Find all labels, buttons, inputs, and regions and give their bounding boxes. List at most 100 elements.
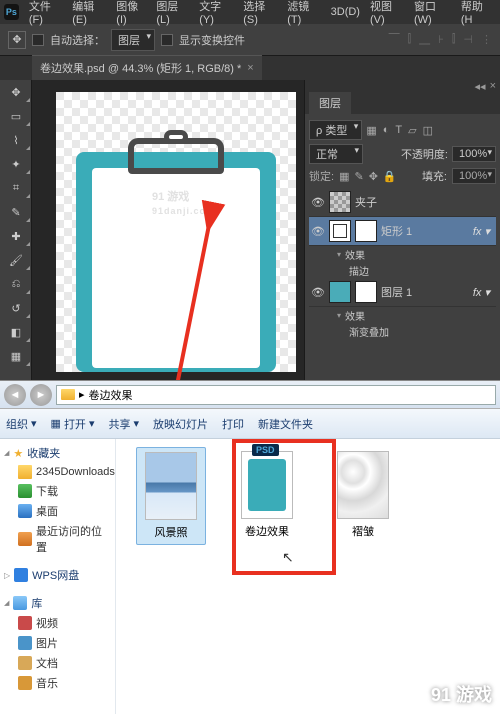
favorites-header[interactable]: ★收藏夹 (4, 443, 111, 463)
layer-filter-dropdown[interactable]: ρ 类型 (309, 120, 362, 140)
gradient-tool[interactable]: ▦ (0, 344, 32, 368)
healing-tool[interactable]: ✚ (0, 224, 32, 248)
file-item[interactable]: PSD 卷边效果 (232, 447, 302, 543)
lock-position-icon[interactable]: ✥ (369, 170, 378, 183)
move-tool-icon[interactable]: ✥ (8, 31, 26, 49)
auto-select-checkbox[interactable] (32, 34, 44, 46)
marquee-tool[interactable]: ▭ (0, 104, 32, 128)
menu-file[interactable]: 文件(F) (25, 0, 66, 28)
eraser-tool[interactable]: ◧ (0, 320, 32, 344)
layers-panel-tab[interactable]: 图层 (309, 92, 351, 114)
layer-thumb (329, 281, 351, 303)
file-item[interactable]: 褶皱 (328, 447, 398, 543)
menu-layer[interactable]: 图层(L) (152, 0, 193, 28)
collapse-icon[interactable]: ◂◂ (475, 80, 486, 93)
effects-toggle[interactable]: 效果 (309, 246, 496, 262)
layer-mask-thumb (355, 220, 377, 242)
document-tab[interactable]: 卷边效果.psd @ 44.3% (矩形 1, RGB/8) * × (32, 55, 262, 80)
filter-adjust-icon[interactable]: ◐ (383, 124, 390, 137)
visibility-icon[interactable]: 👁 (311, 225, 325, 238)
menu-select[interactable]: 选择(S) (239, 0, 281, 28)
nav-item[interactable]: 文档 (4, 653, 111, 673)
distribute-icon[interactable]: ⋮ (481, 33, 492, 46)
align-vcenter-icon[interactable]: ⫿ (408, 33, 412, 46)
opacity-input[interactable]: 100% (452, 146, 496, 162)
clipboard-paper-shape (92, 168, 260, 368)
history-brush-tool[interactable]: ↺ (0, 296, 32, 320)
nav-item[interactable]: 视频 (4, 613, 111, 633)
menu-filter[interactable]: 滤镜(T) (283, 0, 324, 28)
filter-pixel-icon[interactable]: ▦ (366, 124, 376, 137)
nav-item[interactable]: 2345Downloads (4, 463, 111, 481)
fill-input[interactable]: 100% (452, 168, 496, 184)
lock-all-icon[interactable]: 🔒 (383, 170, 397, 183)
slideshow-button[interactable]: 放映幻灯片 (153, 416, 208, 432)
align-right-icon[interactable]: ⊣ (463, 33, 473, 46)
download-icon (18, 484, 32, 498)
new-folder-button[interactable]: 新建文件夹 (258, 416, 313, 432)
canvas (56, 92, 296, 372)
forward-button[interactable]: ► (30, 384, 52, 406)
nav-item[interactable]: 桌面 (4, 501, 111, 521)
crop-tool[interactable]: ⌗ (0, 176, 32, 200)
share-menu[interactable]: 共享 ▾ (108, 416, 139, 432)
print-button[interactable]: 打印 (222, 416, 244, 432)
organize-menu[interactable]: 组织 ▾ (6, 416, 37, 432)
wps-header[interactable]: WPS网盘 (4, 565, 111, 585)
panel-menu-icon[interactable]: × (490, 80, 496, 92)
menu-type[interactable]: 文字(Y) (195, 0, 237, 28)
workspace: ✥ ▭ ⌇ ✦ ⌗ ✎ ✚ 🖌 ⎌ ↺ ◧ ▦ 91 游戏 91danji.co… (0, 80, 500, 380)
open-menu[interactable]: ▦ 打开 ▾ (51, 416, 95, 432)
effect-item[interactable]: 渐变叠加 (309, 323, 496, 339)
menu-help[interactable]: 帮助(H (457, 0, 496, 28)
opacity-label: 不透明度: (401, 146, 448, 162)
visibility-icon[interactable]: 👁 (311, 286, 325, 299)
brush-tool[interactable]: 🖌 (0, 248, 32, 272)
move-tool[interactable]: ✥ (0, 80, 32, 104)
auto-select-target-dropdown[interactable]: 图层 (111, 29, 155, 51)
magic-wand-tool[interactable]: ✦ (0, 152, 32, 176)
align-top-icon[interactable]: ⎺ (389, 33, 400, 46)
fx-badge[interactable]: fx ▾ (473, 286, 494, 299)
close-icon[interactable]: × (247, 62, 253, 74)
explorer-body: ★收藏夹 2345Downloads 下载 桌面 最近访问的位置 WPS网盘 库… (0, 439, 500, 714)
menu-3d[interactable]: 3D(D) (327, 4, 364, 20)
effects-toggle[interactable]: 效果 (309, 307, 496, 323)
menu-window[interactable]: 窗口(W) (410, 0, 455, 28)
breadcrumb-current[interactable]: 卷边效果 (89, 387, 133, 403)
menu-edit[interactable]: 编辑(E) (68, 0, 110, 28)
lock-pixels-icon[interactable]: ✎ (354, 170, 363, 183)
eyedropper-tool[interactable]: ✎ (0, 200, 32, 224)
filter-shape-icon[interactable]: ▱ (408, 124, 416, 137)
menu-view[interactable]: 视图(V) (366, 0, 408, 28)
menu-image[interactable]: 图像(I) (112, 0, 150, 28)
fx-badge[interactable]: fx ▾ (473, 225, 494, 238)
align-left-icon[interactable]: ⊦ (438, 33, 444, 46)
cursor-icon: ↖ (282, 549, 294, 566)
address-bar[interactable]: ▸ 卷边效果 (56, 385, 496, 405)
filter-smart-icon[interactable]: ◫ (423, 124, 433, 137)
layer-row[interactable]: 👁 图层 1 fx ▾ (309, 278, 496, 307)
nav-item[interactable]: 下载 (4, 481, 111, 501)
nav-item[interactable]: 最近访问的位置 (4, 521, 111, 557)
show-transform-checkbox[interactable] (161, 34, 173, 46)
layer-row[interactable]: 👁 矩形 1 fx ▾ (309, 217, 496, 246)
lasso-tool[interactable]: ⌇ (0, 128, 32, 152)
lock-transparency-icon[interactable]: ▦ (339, 170, 349, 183)
canvas-area[interactable]: 91 游戏 91danji.com (32, 80, 304, 380)
back-button[interactable]: ◄ (4, 384, 26, 406)
filter-type-icon[interactable]: T (395, 124, 402, 137)
stamp-tool[interactable]: ⎌ (0, 272, 32, 296)
libraries-header[interactable]: 库 (4, 593, 111, 613)
effect-item[interactable]: 描边 (309, 262, 496, 278)
file-item[interactable]: 风景照 (136, 447, 206, 545)
nav-item[interactable]: 音乐 (4, 673, 111, 693)
align-hcenter-icon[interactable]: ⫿ (452, 33, 456, 46)
photoshop-window: Ps 文件(F) 编辑(E) 图像(I) 图层(L) 文字(Y) 选择(S) 滤… (0, 0, 500, 380)
align-bottom-icon[interactable]: ⎽ (419, 33, 430, 46)
visibility-icon[interactable]: 👁 (311, 196, 325, 209)
nav-item[interactable]: 图片 (4, 633, 111, 653)
content-pane[interactable]: 风景照 PSD 卷边效果 褶皱 ↖ (116, 439, 500, 714)
blend-mode-dropdown[interactable]: 正常 (309, 144, 363, 164)
layer-row[interactable]: 👁 夹子 (309, 188, 496, 217)
